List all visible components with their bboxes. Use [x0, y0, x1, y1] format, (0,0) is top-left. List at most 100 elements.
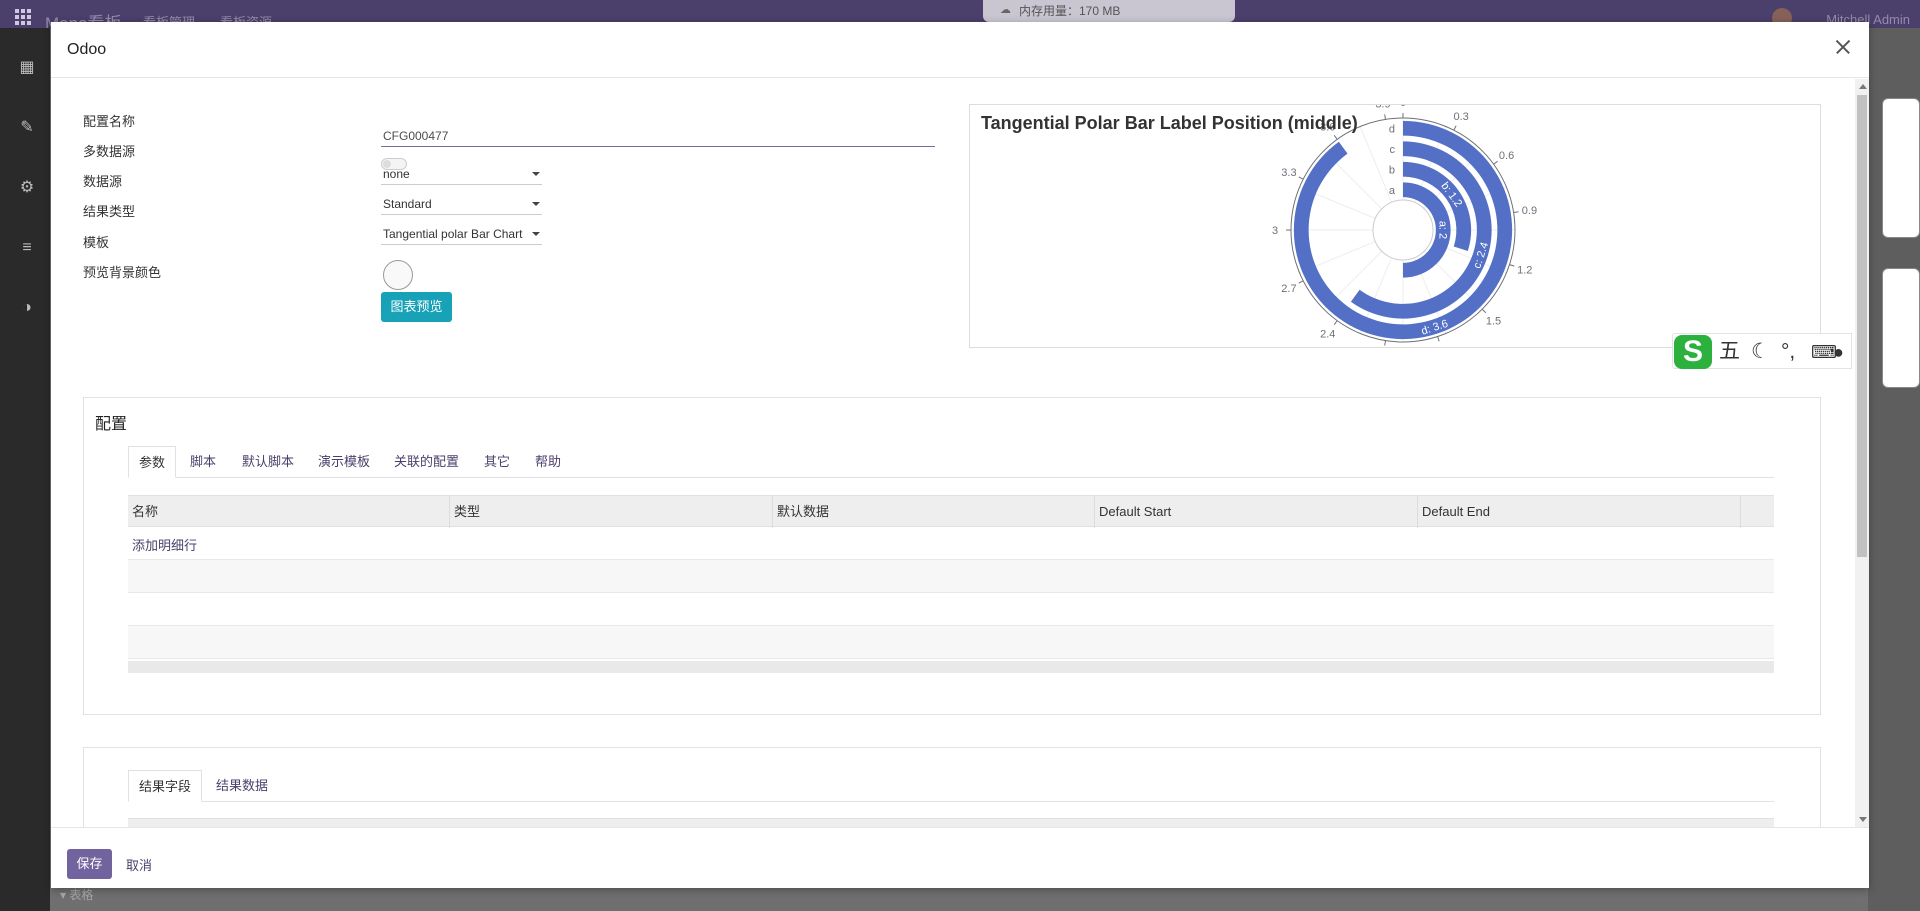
add-line-link[interactable]: 添加明细行 [132, 535, 197, 554]
template-value: Tangential polar Bar Chart [383, 227, 523, 241]
column-default-end[interactable]: Default End [1418, 496, 1741, 528]
chart-preview-panel: 00.30.60.91.21.51.82.12.42.733.33.63.9aa… [969, 104, 1821, 348]
radius-category-label: b [1389, 164, 1395, 176]
chart-title: Tangential Polar Bar Label Position (mid… [981, 113, 1358, 133]
name-label: 配置名称 [83, 114, 136, 129]
angle-tick-label: 2.4 [1320, 329, 1335, 341]
result-type-select[interactable]: Standard [381, 193, 542, 215]
table-row [128, 593, 1774, 626]
list-icon[interactable]: ≡ [19, 240, 35, 256]
radius-category-label: d [1389, 123, 1395, 135]
result-table-header [128, 818, 1774, 827]
bg-color-picker[interactable] [383, 260, 413, 290]
result-card: 结果字段 结果数据 [83, 747, 1821, 827]
modal-footer: 保存 取消 [51, 827, 1869, 888]
datasource-value: none [383, 167, 410, 181]
angle-tick [1509, 264, 1515, 267]
sogou-logo-icon[interactable]: S [1674, 335, 1712, 369]
tab-other[interactable]: 其它 [474, 446, 520, 478]
column-default-data[interactable]: 默认数据 [773, 496, 1095, 528]
modal-title: Odoo [67, 41, 107, 58]
angle-tick-label: 0.9 [1522, 205, 1537, 217]
column-type[interactable]: 类型 [450, 496, 773, 528]
user-icon[interactable]: ● [1833, 340, 1844, 364]
inner-axis-circle [1372, 199, 1434, 261]
multi-source-label: 多数据源 [83, 144, 136, 159]
angle-tick [1384, 340, 1386, 346]
table-row: 添加明细行 [128, 527, 1774, 560]
tab-result-fields[interactable]: 结果字段 [128, 770, 203, 802]
angle-tick [1481, 308, 1487, 314]
punctuation-icon[interactable]: °, [1781, 340, 1795, 364]
bar-data-label: d: 3.6 [1420, 318, 1450, 338]
column-default-start[interactable]: Default Start [1095, 496, 1418, 528]
tab-params[interactable]: 参数 [128, 446, 177, 478]
result-type-label: 结果类型 [83, 204, 136, 219]
config-card: 配置 参数 脚本 默认脚本 演示模板 关联的配置 其它 帮助 名称 类型 默认数… [83, 397, 1821, 715]
name-input[interactable]: CFG000477 [381, 125, 935, 147]
angle-tick [1298, 280, 1304, 284]
angle-tick [1333, 135, 1338, 140]
tab-help[interactable]: 帮助 [525, 446, 571, 478]
tab-related-config[interactable]: 关联的配置 [384, 446, 469, 478]
datasource-label: 数据源 [83, 174, 123, 189]
polar-bar-chart: 00.30.60.91.21.51.82.12.42.733.33.63.9aa… [1272, 105, 1537, 347]
caret-down-icon [532, 202, 540, 206]
angle-tick [1298, 176, 1304, 180]
close-icon[interactable] [1831, 35, 1855, 59]
angle-tick-label: 0.3 [1453, 111, 1468, 123]
wubi-icon[interactable]: 五 [1719, 340, 1740, 364]
angle-tick [1333, 320, 1338, 325]
apps-grid-icon[interactable] [15, 9, 31, 25]
dashboard-icon[interactable]: ▦ [19, 60, 35, 76]
modal-scrollbar[interactable] [1855, 79, 1869, 827]
memory-usage-text: 内存用量：170 MB [1019, 4, 1121, 18]
table-horizontal-scrollbar[interactable] [128, 661, 1774, 673]
template-label: 模板 [83, 235, 110, 250]
result-tabs: 结果字段 结果数据 [128, 770, 1774, 802]
angle-tick [1437, 336, 1440, 342]
bg-color-label: 预览背景颜色 [83, 265, 162, 280]
angle-tick-label: 1.5 [1486, 316, 1501, 328]
angle-tick-label: 3.9 [1375, 105, 1390, 111]
datasource-select[interactable]: none [381, 163, 542, 185]
scroll-down-icon[interactable] [1859, 817, 1867, 822]
cloud-icon: ☁ [1000, 4, 1011, 16]
chart-preview-button[interactable]: 图表预览 [381, 292, 452, 322]
contrast-icon[interactable]: ◑ [19, 300, 35, 316]
angle-tick-label: 3.3 [1281, 167, 1296, 179]
angle-tick-label: 0 [1400, 105, 1406, 109]
tab-default-script[interactable]: 默认脚本 [232, 446, 304, 478]
background-card [1882, 98, 1920, 238]
result-type-value: Standard [383, 197, 432, 211]
tab-demo-template[interactable]: 演示模板 [308, 446, 380, 478]
memory-usage-popup: ☁ 内存用量：170 MB [983, 0, 1235, 22]
table-header: 名称 类型 默认数据 Default Start Default End [128, 495, 1774, 528]
column-name[interactable]: 名称 [128, 496, 450, 528]
params-table: 名称 类型 默认数据 Default Start Default End 添加明… [128, 495, 1774, 675]
caret-down-icon [532, 232, 540, 236]
left-sidebar: ▦ ✎ ⚙ ≡ ◑ [0, 28, 50, 911]
background-card [1882, 268, 1920, 388]
tab-result-data[interactable]: 结果数据 [206, 770, 278, 802]
brush-icon[interactable]: ✎ [19, 120, 35, 136]
scroll-thumb[interactable] [1857, 95, 1867, 557]
tab-script[interactable]: 脚本 [180, 446, 226, 478]
angle-tick [1453, 125, 1457, 131]
config-modal: Odoo 配置名称 CFG000477 多数据源 数据源 none 结果类型 S… [51, 22, 1869, 888]
modal-header: Odoo [51, 22, 1869, 78]
save-button[interactable]: 保存 [67, 849, 112, 879]
template-select[interactable]: Tangential polar Bar Chart [381, 223, 542, 245]
angle-tick [1513, 211, 1519, 213]
table-row [128, 560, 1774, 593]
cancel-button[interactable]: 取消 [126, 855, 152, 874]
background-right-panel [1868, 28, 1920, 911]
angle-tick-label: 3 [1272, 225, 1278, 237]
angle-tick-label: 0.6 [1499, 150, 1514, 162]
moon-icon[interactable]: ☾ [1751, 340, 1770, 364]
grid-line [1359, 126, 1392, 203]
scroll-up-icon[interactable] [1859, 84, 1867, 89]
gear-icon[interactable]: ⚙ [19, 180, 35, 196]
bar-data-label: a: 2 [1436, 221, 1448, 239]
radius-category-label: c [1390, 144, 1396, 156]
